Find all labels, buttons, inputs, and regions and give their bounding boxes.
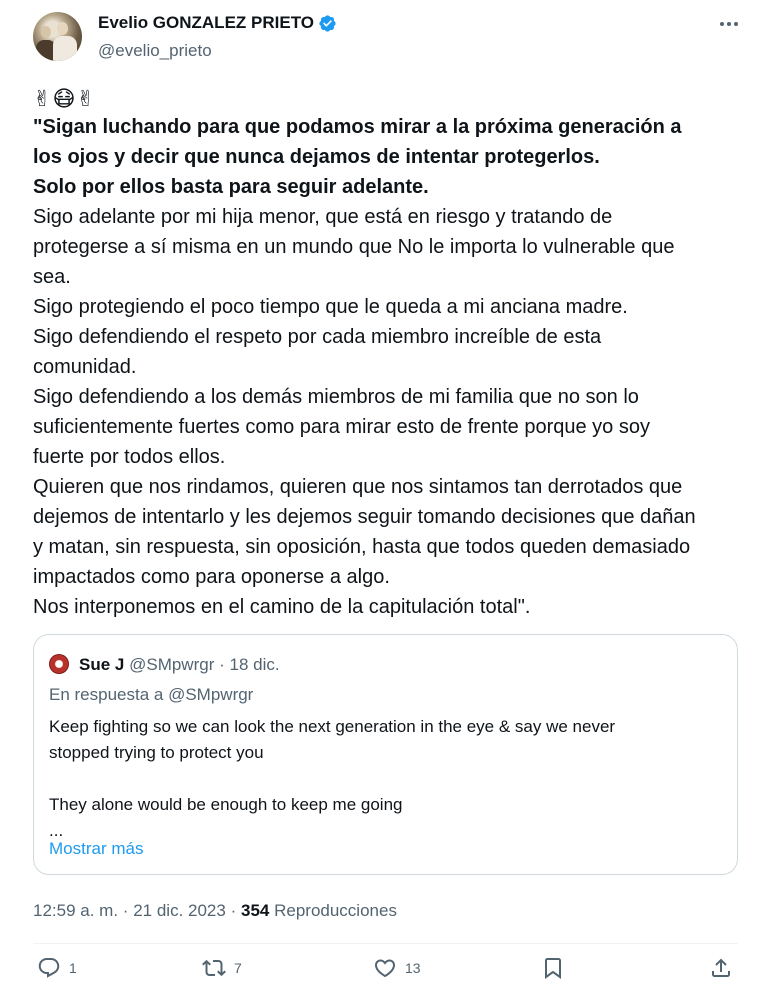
share-button[interactable] xyxy=(709,956,733,980)
quoted-text-line: ... xyxy=(49,821,64,840)
retweet-icon xyxy=(202,959,226,977)
tweet-metadata: 12:59 a. m. · 21 dic. 2023 · 354 Reprodu… xyxy=(33,901,397,921)
bookmark-button[interactable] xyxy=(541,956,565,980)
tweet-text-line: suficientemente fuertes como para mirar … xyxy=(33,416,650,438)
tweet-text-line: fuerte por todos ellos. xyxy=(33,446,226,468)
meta-separator: · xyxy=(230,901,237,920)
quoted-text-line: Keep fighting so we can look the next ge… xyxy=(49,717,616,736)
quoted-tweet-date: 18 dic. xyxy=(229,655,280,674)
author-name-row: Evelio GONZALEZ PRIETO xyxy=(98,13,337,33)
more-options-icon xyxy=(720,22,738,26)
share-icon xyxy=(712,958,730,977)
author-avatar[interactable] xyxy=(33,12,82,61)
views-label: Reproducciones xyxy=(274,901,397,920)
bookmark-icon xyxy=(545,958,561,979)
meta-separator: · xyxy=(122,901,129,920)
quoted-text-line: They alone would be enough to keep me go… xyxy=(49,795,403,814)
quoted-tweet[interactable]: Sue J @SMpwrgr · 18 dic. En respuesta a … xyxy=(33,634,738,875)
quoted-meta-separator: · xyxy=(219,655,225,674)
reply-count: 1 xyxy=(69,960,77,976)
tweet-text-line: impactados como para oponerse a algo. xyxy=(33,566,390,588)
quoted-author-handle: @SMpwrgr xyxy=(129,655,215,674)
like-button[interactable]: 13 xyxy=(373,956,421,980)
author-name[interactable]: Evelio GONZALEZ PRIETO xyxy=(98,13,314,33)
tweet-text: "Sigan luchando para que podamos mirar a… xyxy=(33,112,738,622)
tweet: Evelio GONZALEZ PRIETO @evelio_prieto ✌😷… xyxy=(0,0,758,992)
show-more-link[interactable]: Mostrar más xyxy=(49,839,143,859)
tweet-text-line: Sigo defendiendo el respeto por cada mie… xyxy=(33,326,602,348)
views-count: 354 xyxy=(240,901,270,920)
quoted-tweet-text: Keep fighting so we can look the next ge… xyxy=(49,714,724,844)
quoted-reply-context: En respuesta a @SMpwrgr xyxy=(49,685,254,704)
author-handle[interactable]: @evelio_prieto xyxy=(98,41,212,61)
tweet-time[interactable]: 12:59 a. m. xyxy=(33,901,118,920)
quoted-text-line: stopped trying to protect you xyxy=(49,743,264,762)
divider xyxy=(33,943,738,944)
reply-button[interactable]: 1 xyxy=(37,956,77,980)
tweet-text-line: Sigo defendiendo a los demás miembros de… xyxy=(33,386,639,408)
tweet-text-line: sea. xyxy=(33,266,71,288)
retweet-count: 7 xyxy=(234,960,242,976)
tweet-text-line: Sigo protegiendo el poco tiempo que le q… xyxy=(33,296,628,318)
tweet-date[interactable]: 21 dic. 2023 xyxy=(133,901,226,920)
retweet-button[interactable]: 7 xyxy=(202,956,242,980)
tweet-text-line: comunidad. xyxy=(33,356,137,378)
tweet-text-line: dejemos de intentarlo y les dejemos segu… xyxy=(33,506,696,528)
tweet-text-line: protegerse a sí misma en un mundo que No… xyxy=(33,236,675,258)
tweet-emoji: ✌😷✌ xyxy=(33,86,96,111)
action-bar: 1 7 13 xyxy=(33,956,738,986)
quoted-tweet-header: Sue J @SMpwrgr · 18 dic. xyxy=(79,655,280,675)
like-count: 13 xyxy=(405,960,421,976)
tweet-text-line: "Sigan luchando para que podamos mirar a… xyxy=(33,116,682,138)
tweet-text-line: Sigo adelante por mi hija menor, que est… xyxy=(33,206,613,228)
tweet-text-line: Solo por ellos basta para seguir adelant… xyxy=(33,176,429,198)
tweet-text-line: Quieren que nos rindamos, quieren que no… xyxy=(33,476,683,498)
quoted-author-avatar xyxy=(49,654,69,674)
quoted-text-line xyxy=(49,766,724,792)
heart-icon xyxy=(374,959,396,978)
tweet-text-line: y matan, sin respuesta, sin oposición, h… xyxy=(33,536,691,558)
tweet-text-line: Nos interponemos en el camino de la capi… xyxy=(33,596,531,618)
quoted-author-name: Sue J xyxy=(79,655,125,674)
reply-icon xyxy=(38,958,60,978)
tweet-text-line: los ojos y decir que nunca dejamos de in… xyxy=(33,146,600,168)
more-options-button[interactable] xyxy=(715,14,743,34)
verified-badge-icon xyxy=(319,14,336,32)
